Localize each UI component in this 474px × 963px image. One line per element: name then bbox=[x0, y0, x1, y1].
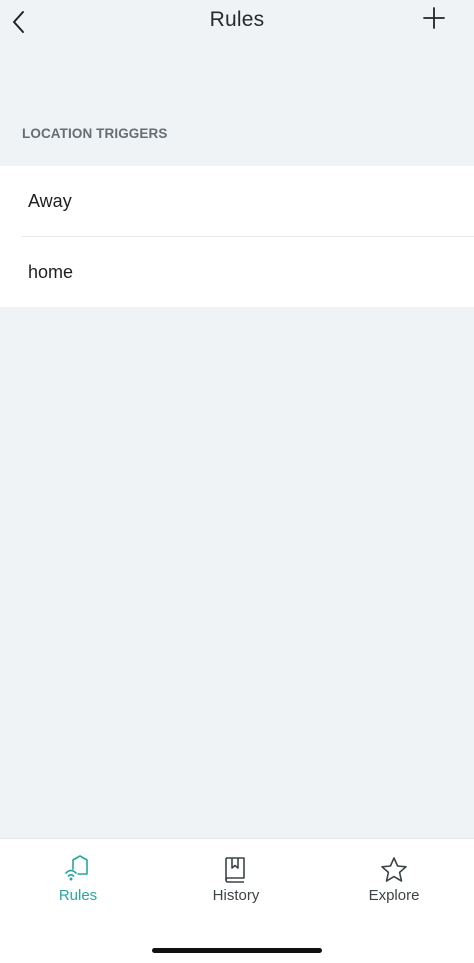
header: Rules bbox=[0, 0, 474, 46]
list-item-home[interactable]: home bbox=[0, 237, 474, 307]
home-indicator bbox=[152, 948, 322, 953]
tab-label: Explore bbox=[368, 887, 420, 904]
plus-icon bbox=[423, 7, 445, 29]
tab-rules[interactable]: Rules bbox=[18, 855, 138, 904]
tab-label: History bbox=[212, 887, 260, 904]
section-header-location-triggers: LOCATION TRIGGERS bbox=[22, 126, 168, 141]
add-rule-button[interactable] bbox=[420, 4, 448, 32]
location-triggers-list: Away home bbox=[0, 166, 474, 307]
star-icon bbox=[379, 855, 409, 885]
list-item-label: Away bbox=[28, 190, 72, 211]
tab-explore[interactable]: Explore bbox=[334, 855, 454, 904]
list-item-away[interactable]: Away bbox=[0, 166, 474, 236]
tab-bar: Rules History Explore bbox=[0, 838, 474, 963]
tab-history[interactable]: History bbox=[176, 855, 296, 904]
page-title: Rules bbox=[209, 8, 265, 31]
home-wifi-icon bbox=[63, 855, 93, 885]
tab-label: Rules bbox=[58, 887, 98, 904]
book-icon bbox=[221, 855, 251, 885]
list-item-label: home bbox=[28, 261, 74, 282]
